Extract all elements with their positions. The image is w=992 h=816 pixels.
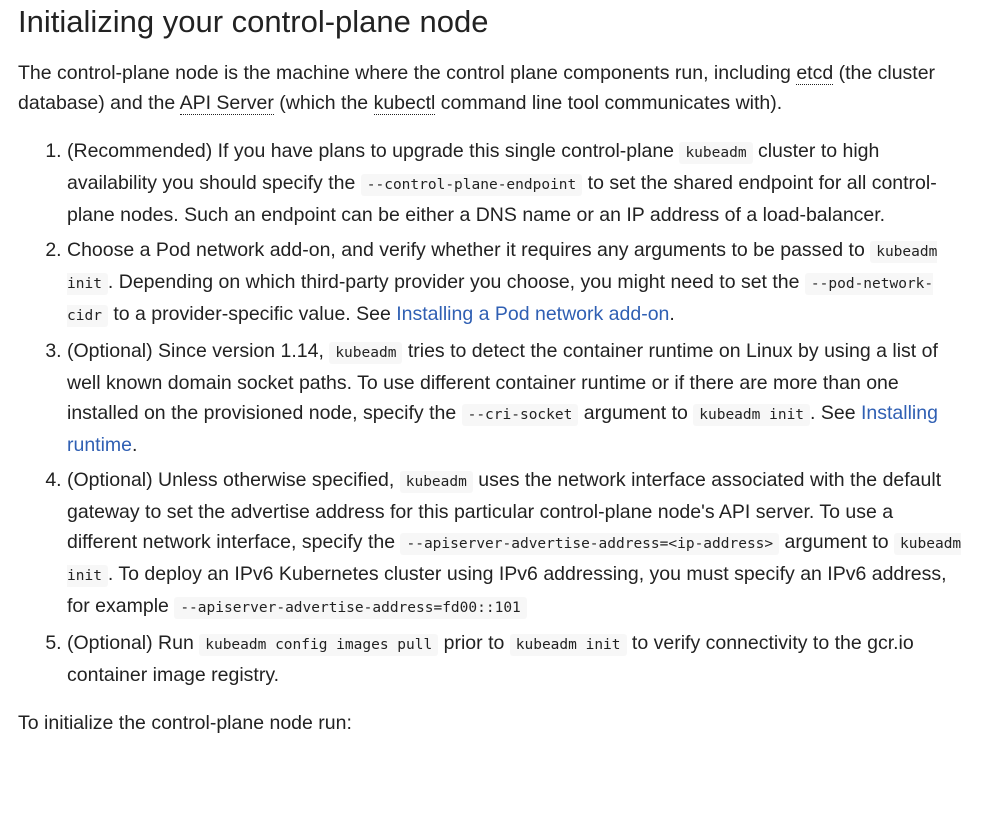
inline-code: kubeadm [399, 471, 473, 493]
intro-paragraph: The control-plane node is the machine wh… [18, 58, 963, 118]
inline-code: kubeadm [329, 342, 403, 364]
step-text: argument to [578, 402, 694, 424]
link-installing-pod-network[interactable]: Installing a Pod network add-on [396, 303, 669, 325]
step-text: prior to [438, 632, 510, 654]
list-item: (Optional) Unless otherwise specified, k… [67, 465, 963, 623]
step-text: . See [810, 402, 861, 424]
list-item: Choose a Pod network add-on, and verify … [67, 235, 963, 331]
steps-list: (Recommended) If you have plans to upgra… [18, 136, 963, 690]
intro-text: (which the [273, 92, 374, 114]
inline-code: --cri-socket [461, 404, 579, 426]
inline-code: kubeadm [679, 142, 753, 164]
inline-code: --control-plane-endpoint [360, 174, 583, 196]
list-item: (Recommended) If you have plans to upgra… [67, 136, 963, 230]
inline-code: --apiserver-advertise-address=<ip-addres… [400, 533, 780, 555]
step-text: argument to [779, 531, 895, 553]
glossary-term-api-server[interactable]: API Server [179, 92, 274, 115]
step-text: Choose a Pod network add-on, and verify … [67, 239, 871, 261]
step-text: . [669, 303, 675, 325]
step-text: to a provider-specific value. See [107, 303, 397, 325]
intro-text: command line tool communicates with). [435, 92, 783, 114]
outro-paragraph: To initialize the control-plane node run… [18, 712, 352, 734]
list-item: (Optional) Since version 1.14, kubeadm t… [67, 336, 963, 460]
step-text: (Recommended) If you have plans to upgra… [67, 140, 680, 162]
step-text: (Optional) Unless otherwise specified, [67, 469, 400, 491]
inline-code: kubeadm config images pull [199, 634, 439, 656]
inline-code: kubeadm init [693, 404, 811, 426]
section-heading: Initializing your control-plane node [18, 4, 489, 39]
inline-code: kubeadm init [509, 634, 627, 656]
glossary-term-etcd[interactable]: etcd [796, 62, 834, 85]
step-text: (Optional) Run [67, 632, 200, 654]
step-text: . Depending on which third-party provide… [107, 271, 805, 293]
content: Initializing your control-plane node The… [0, 2, 963, 738]
list-item: (Optional) Run kubeadm config images pul… [67, 628, 963, 690]
inline-code: --apiserver-advertise-address=fd00::101 [174, 597, 527, 619]
step-text: . [132, 434, 138, 456]
glossary-term-kubectl[interactable]: kubectl [373, 92, 436, 115]
step-text: (Optional) Since version 1.14, [67, 340, 330, 362]
intro-text: The control-plane node is the machine wh… [18, 62, 797, 84]
